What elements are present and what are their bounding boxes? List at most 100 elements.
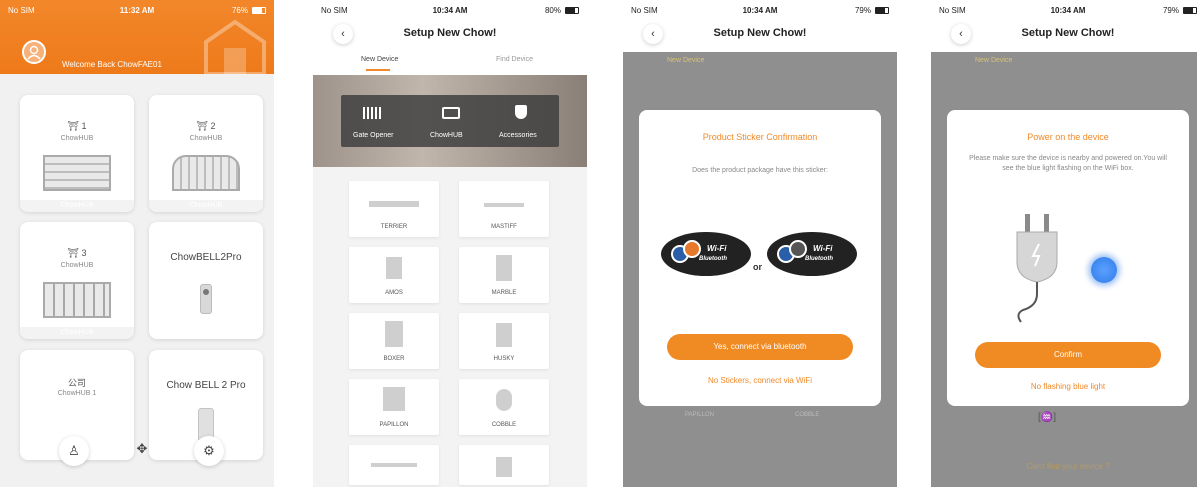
dialog-text: Please make sure the device is nearby an… [969, 155, 1167, 172]
doorbell-icon [200, 284, 212, 314]
device-label: AMOS [385, 290, 403, 296]
dialog-text: Does the product package have this stick… [692, 167, 828, 174]
battery-icon [252, 7, 266, 14]
device-label: COBBLE [795, 412, 820, 418]
connect-bluetooth-button[interactable]: Yes, connect via bluetooth [667, 334, 853, 360]
gate-image [43, 155, 111, 191]
category-accessories[interactable]: Accessories [499, 132, 537, 139]
category-banner: Gate Opener ChowHUB Accessories [313, 75, 587, 167]
chowhub-icon [442, 107, 460, 119]
wifi-bluetooth-sticker: Wi-Fi Bluetooth [661, 232, 751, 276]
sticker-bluetooth-text: Bluetooth [699, 256, 727, 262]
scan-icon: [♒] [1038, 412, 1057, 423]
device-label: MASTIFF [491, 224, 517, 230]
device-strip: ChowHUB [20, 200, 134, 212]
or-text: or [753, 262, 762, 272]
device-label: PAPILLON [685, 412, 714, 418]
device-tile[interactable] [349, 445, 439, 485]
device-tile-cobble[interactable]: COBBLE [459, 379, 549, 435]
status-bar: No SIM 10:34 AM 79% [931, 0, 1197, 22]
device-card-3[interactable]: ⛩ 3 ChowHUB ChowHUB [20, 222, 134, 339]
sticker-dialog: Product Sticker Confirmation Does the pr… [639, 110, 881, 406]
device-tile-marble[interactable]: MARBLE [459, 247, 549, 303]
tab-new-device: New Device [667, 57, 705, 64]
device-tile[interactable] [459, 445, 549, 485]
clock-text: 10:34 AM [1050, 6, 1086, 15]
house-icon [204, 19, 266, 74]
accessories-icon [515, 105, 527, 119]
battery-percent: 79% [854, 6, 871, 15]
device-grid: TERRIER MASTIFF AMOS MARBLE BOXER HUSKY … [313, 167, 587, 487]
connect-wifi-link[interactable]: No Stickers, connect via WiFi [639, 376, 881, 385]
power-on-screen: No SIM 10:34 AM 79% ‹ Setup New Chow! Ne… [931, 0, 1197, 487]
device-card-4[interactable]: ChowBELL2Pro [149, 222, 263, 339]
category-chowhub[interactable]: ChowHUB [430, 132, 463, 139]
gate-opener-icon [363, 107, 383, 119]
tab-new-device[interactable]: New Device [361, 56, 398, 63]
device-label: HUSKY [493, 356, 515, 362]
plug-icon [1016, 214, 1058, 323]
blue-light-indicator [1091, 257, 1117, 283]
tab-new-device: New Device [975, 57, 1013, 64]
power-dialog: Power on the device Please make sure the… [947, 110, 1189, 406]
battery-icon [875, 7, 889, 14]
device-type: ChowHUB [60, 262, 94, 269]
person-icon[interactable]: ♙ [59, 436, 89, 466]
dialog-title: Product Sticker Confirmation [702, 132, 818, 142]
device-name: ChowBELL2Pro [170, 252, 242, 263]
device-type: ChowHUB [189, 135, 223, 142]
device-tile-amos[interactable]: AMOS [349, 247, 439, 303]
device-strip: ChowHUB [20, 327, 134, 339]
home-screen: No SIM 11:32 AM 76% Welcome Back ChowFAE… [0, 0, 274, 487]
battery-icon [1183, 7, 1197, 14]
sticker-wifi-text: Wi-Fi [813, 244, 833, 253]
device-name: ⛩ 1 [67, 121, 87, 131]
device-card-1[interactable]: ⛩ 1 ChowHUB ChowHUB [20, 95, 134, 212]
setup-screen: No SIM 10:34 AM 80% ‹ Setup New Chow! Ne… [313, 0, 587, 487]
gate-image [43, 282, 111, 318]
category-panel: Gate Opener ChowHUB Accessories [341, 95, 559, 147]
device-tile-mastiff[interactable]: MASTIFF [459, 181, 549, 237]
device-label: MARBLE [491, 290, 517, 296]
device-name: Chow BELL 2 Pro [166, 380, 246, 391]
status-bar: No SIM 11:32 AM 76% [0, 0, 274, 22]
device-tile-boxer[interactable]: BOXER [349, 313, 439, 369]
add-device-icon[interactable]: ✥ [127, 434, 157, 464]
device-tile-terrier[interactable]: TERRIER [349, 181, 439, 237]
settings-icon[interactable]: ⚙ [194, 436, 224, 466]
device-strip: ChowHUB [149, 200, 263, 212]
battery-icon [565, 7, 579, 14]
device-card-2[interactable]: ⛩ 2 ChowHUB ChowHUB [149, 95, 263, 212]
battery-percent: 79% [1162, 6, 1179, 15]
status-bar: No SIM 10:34 AM 79% [623, 0, 897, 22]
sticker-confirmation-screen: No SIM 10:34 AM 79% ‹ Setup New Chow! Ne… [623, 0, 897, 487]
tab-indicator [366, 69, 390, 71]
device-label: COBBLE [491, 422, 517, 428]
confirm-button[interactable]: Confirm [975, 342, 1161, 368]
dialog-title: Power on the device [1027, 132, 1109, 142]
page-title: Setup New Chow! [403, 27, 497, 39]
avatar[interactable] [22, 40, 46, 64]
device-name: ⛩ 2 [196, 121, 216, 131]
gate-image [172, 155, 240, 191]
device-label: TERRIER [380, 224, 408, 230]
wifi-bluetooth-sticker: Wi-Fi Bluetooth [767, 232, 857, 276]
sticker-bluetooth-text: Bluetooth [805, 256, 833, 262]
battery-percent: 80% [544, 6, 561, 15]
device-label: BOXER [383, 356, 405, 362]
device-name: ⛩ 3 [67, 248, 87, 258]
welcome-text: Welcome Back ChowFAE01 [62, 60, 162, 69]
device-type: ChowHUB 1 [57, 390, 97, 397]
status-bar: No SIM 10:34 AM 80% [313, 0, 587, 22]
cant-find-device-link[interactable]: Can't find your device ? [931, 462, 1197, 471]
category-gate-opener[interactable]: Gate Opener [353, 132, 393, 139]
device-tile-husky[interactable]: HUSKY [459, 313, 549, 369]
page-title: Setup New Chow! [713, 27, 807, 39]
battery-percent: 76% [231, 6, 248, 15]
sticker-wifi-text: Wi-Fi [707, 244, 727, 253]
device-type: ChowHUB [60, 135, 94, 142]
no-blue-light-link[interactable]: No flashing blue light [947, 382, 1189, 391]
tab-find-device[interactable]: Find Device [496, 56, 533, 63]
device-tile-papillon[interactable]: PAPILLON [349, 379, 439, 435]
device-label: PAPILLON [379, 422, 409, 428]
